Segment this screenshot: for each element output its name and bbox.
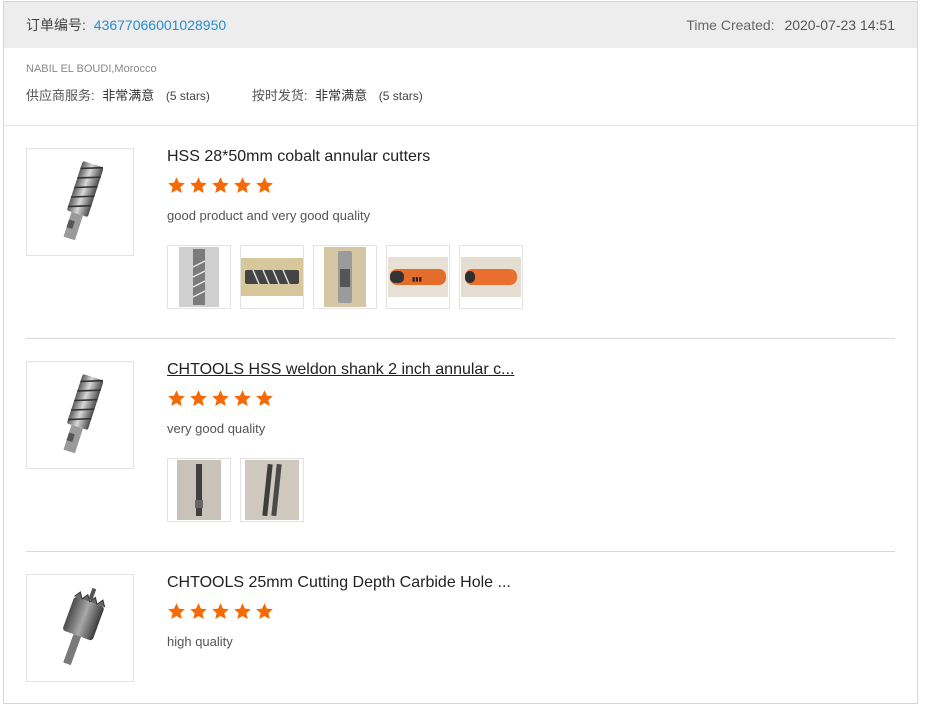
review-comment: very good quality bbox=[167, 421, 266, 436]
review-photo[interactable] bbox=[240, 458, 304, 522]
star-icon bbox=[167, 602, 186, 621]
star-icon bbox=[211, 602, 230, 621]
star-icon bbox=[233, 602, 252, 621]
hole-saw-icon bbox=[63, 587, 106, 666]
svg-text:▮▮▮: ▮▮▮ bbox=[412, 277, 422, 283]
order-number-label: 订单编号: bbox=[26, 17, 86, 33]
star-icon bbox=[233, 176, 252, 195]
review-photo[interactable] bbox=[459, 245, 523, 309]
star-icon bbox=[189, 602, 208, 621]
buyer-block: NABIL EL BOUDI,Morocco 供应商服务: 非常满意 (5 st… bbox=[4, 48, 917, 126]
cutter-photo-icon bbox=[245, 460, 299, 520]
star-icon bbox=[255, 389, 274, 408]
review-photo[interactable] bbox=[167, 458, 231, 522]
star-icon bbox=[211, 389, 230, 408]
review-card: 订单编号: 43677066001028950 Time Created: 20… bbox=[3, 1, 918, 704]
product-thumbnail[interactable] bbox=[26, 148, 134, 256]
order-number-link[interactable]: 43677066001028950 bbox=[94, 17, 226, 33]
review-body: CHTOOLS HSS weldon shank 2 inch annular … bbox=[167, 339, 895, 522]
rating-stars-text: (5 stars) bbox=[165, 89, 210, 103]
review-item: HSS 28*50mm cobalt annular cutters good … bbox=[26, 126, 895, 339]
seller-ratings: 供应商服务: 非常满意 (5 stars) 按时发货: 非常满意 (5 star… bbox=[26, 85, 895, 104]
rating-label: 供应商服务: bbox=[26, 88, 95, 103]
rating-value: 非常满意 bbox=[315, 88, 368, 103]
cutter-photo-icon bbox=[177, 460, 221, 520]
product-star-rating bbox=[167, 389, 895, 411]
star-icon bbox=[233, 389, 252, 408]
review-photo[interactable]: ▮▮▮ bbox=[386, 245, 450, 309]
review-photo[interactable] bbox=[240, 245, 304, 309]
cutter-photo-icon bbox=[324, 247, 366, 307]
review-body: CHTOOLS 25mm Cutting Depth Carbide Hole … bbox=[167, 552, 895, 649]
buyer-name: NABIL EL BOUDI,Morocco bbox=[26, 63, 157, 75]
star-icon bbox=[189, 176, 208, 195]
review-item: CHTOOLS HSS weldon shank 2 inch annular … bbox=[26, 339, 895, 552]
on-time-shipping-rating: 按时发货: 非常满意 (5 stars) bbox=[252, 85, 423, 104]
review-photos: ▮▮▮ bbox=[167, 245, 895, 309]
product-title-link[interactable]: CHTOOLS HSS weldon shank 2 inch annular … bbox=[167, 361, 542, 379]
time-created-value: 2020-07-23 14:51 bbox=[784, 17, 895, 33]
review-item: CHTOOLS 25mm Cutting Depth Carbide Hole … bbox=[26, 552, 895, 702]
product-star-rating bbox=[167, 602, 895, 624]
product-title[interactable]: CHTOOLS 25mm Cutting Depth Carbide Hole … bbox=[167, 574, 542, 592]
order-info: 订单编号: 43677066001028950 bbox=[26, 15, 226, 35]
product-title[interactable]: HSS 28*50mm cobalt annular cutters bbox=[167, 148, 542, 166]
packaged-cutter-photo-icon: ▮▮▮ bbox=[388, 257, 448, 297]
review-photo[interactable] bbox=[167, 245, 231, 309]
rating-stars-text: (5 stars) bbox=[378, 89, 423, 103]
rating-value: 非常满意 bbox=[102, 88, 155, 103]
star-icon bbox=[255, 176, 274, 195]
star-icon bbox=[211, 176, 230, 195]
star-icon bbox=[167, 389, 186, 408]
review-body: HSS 28*50mm cobalt annular cutters good … bbox=[167, 126, 895, 309]
star-icon bbox=[255, 602, 274, 621]
star-icon bbox=[167, 176, 186, 195]
product-thumbnail[interactable] bbox=[26, 574, 134, 682]
review-comment: good product and very good quality bbox=[167, 208, 371, 223]
order-header: 订单编号: 43677066001028950 Time Created: 20… bbox=[4, 2, 917, 48]
review-photo[interactable] bbox=[313, 245, 377, 309]
star-icon bbox=[189, 389, 208, 408]
review-comment: high quality bbox=[167, 634, 233, 649]
rating-label: 按时发货: bbox=[251, 88, 308, 103]
annular-cutter-icon bbox=[63, 374, 103, 454]
supplier-service-rating: 供应商服务: 非常满意 (5 stars) bbox=[26, 85, 210, 104]
product-thumbnail[interactable] bbox=[26, 361, 134, 469]
packaged-cutter-photo-icon bbox=[461, 257, 521, 297]
cutter-photo-icon bbox=[241, 258, 303, 296]
time-created: Time Created: 2020-07-23 14:51 bbox=[686, 17, 895, 33]
review-photos bbox=[167, 458, 895, 522]
cutter-photo-icon bbox=[179, 247, 219, 307]
product-star-rating bbox=[167, 176, 895, 198]
time-created-label: Time Created: bbox=[686, 17, 775, 33]
annular-cutter-icon bbox=[63, 161, 103, 241]
